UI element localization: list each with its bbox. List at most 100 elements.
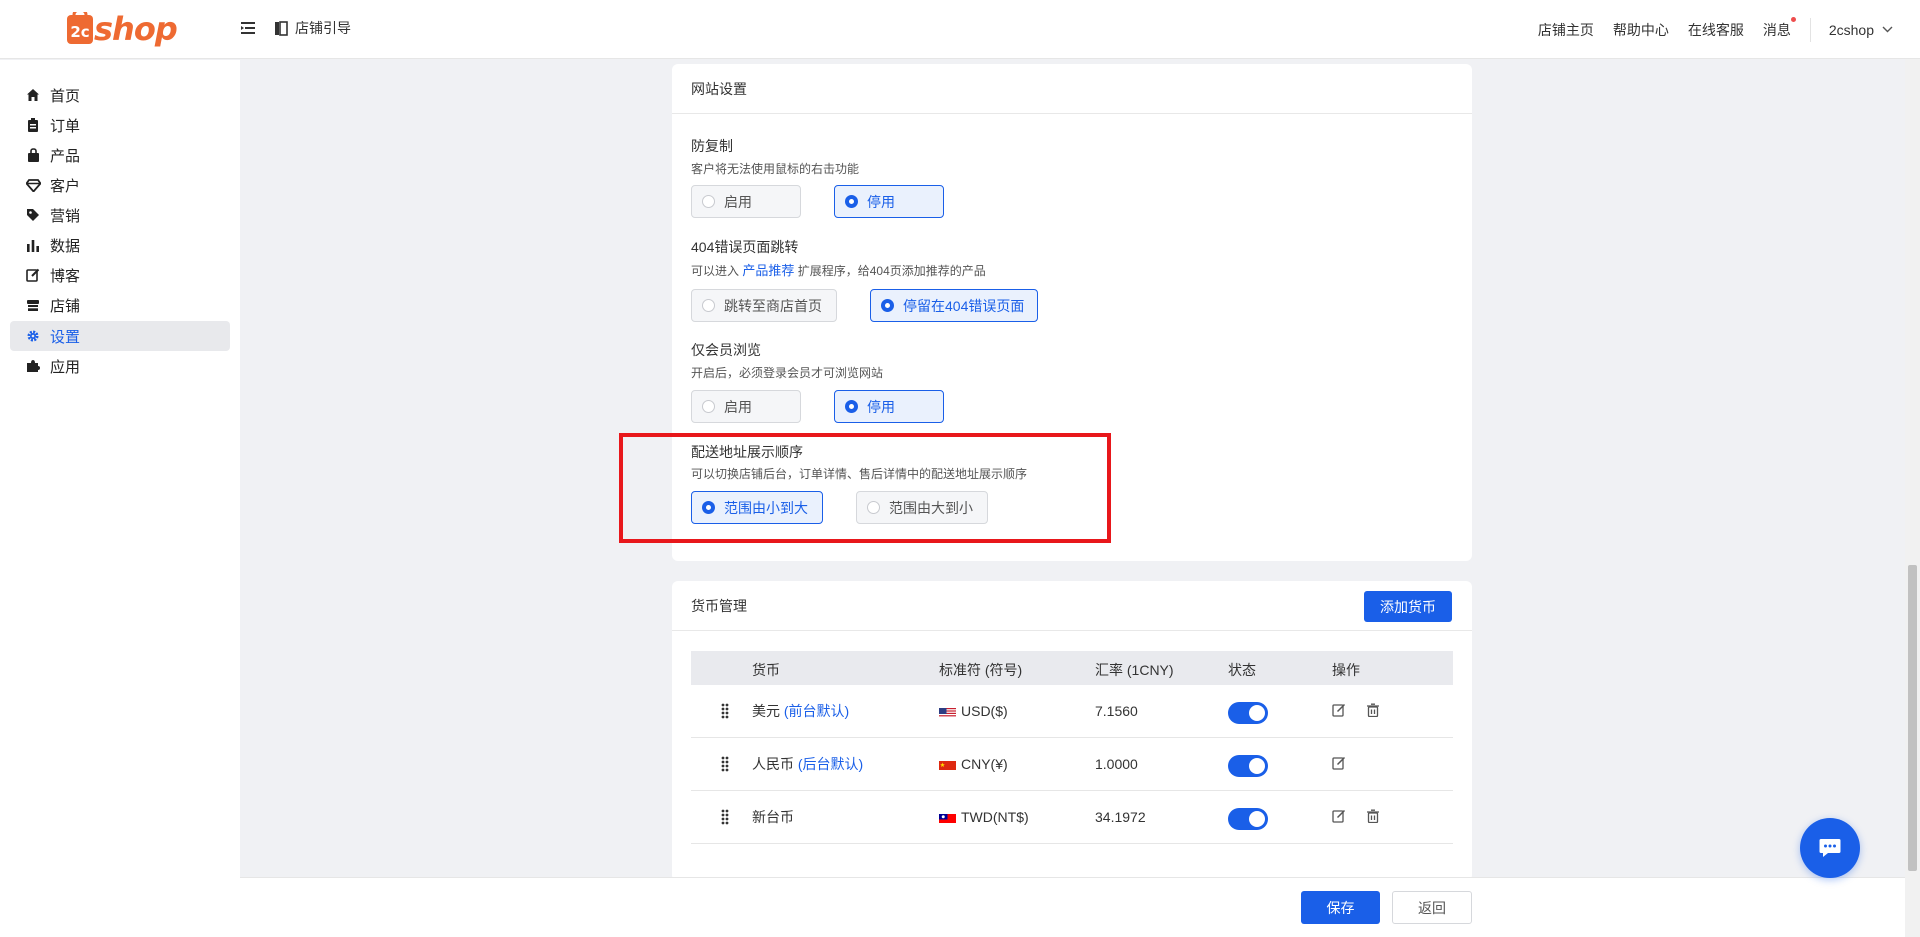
sidebar-item-settings[interactable]: 设置 xyxy=(10,321,230,351)
scrollbar-thumb[interactable] xyxy=(1908,565,1917,871)
rate-cell: 1.0000 xyxy=(1095,756,1138,772)
sidebar-item-label: 首页 xyxy=(50,87,81,105)
logo-text: shop xyxy=(94,10,178,48)
redirect-home-radio[interactable]: 跳转至商店首页 xyxy=(691,289,837,322)
drag-handle-icon[interactable] xyxy=(721,809,729,825)
sidebar-item-label: 店铺 xyxy=(50,297,81,315)
product-recommend-link[interactable]: 产品推荐 xyxy=(742,263,794,278)
table-row: 新台币 TWD(NT$) 34.1972 xyxy=(691,791,1453,844)
sidebar-item-label: 博客 xyxy=(50,267,81,285)
drag-handle-icon[interactable] xyxy=(721,756,729,772)
radio-label: 停留在404错误页面 xyxy=(903,297,1025,314)
chat-button[interactable] xyxy=(1800,818,1860,878)
members-only-enable-radio[interactable]: 启用 xyxy=(691,390,801,423)
edit-icon[interactable] xyxy=(1332,703,1346,717)
rate-cell: 34.1972 xyxy=(1095,809,1146,825)
members-only-desc: 开启后，必须登录会员才可浏览网站 xyxy=(691,366,884,380)
sidebar-item-label: 设置 xyxy=(50,328,81,346)
currency-name-cell: 人民币 (后台默认) xyxy=(752,756,864,772)
sidebar-item-blog[interactable]: 博客 xyxy=(10,260,230,290)
column-header: 标准符 (符号) xyxy=(939,662,1023,678)
store-home-link[interactable]: 店铺主页 xyxy=(1538,20,1594,40)
chevron-down-icon xyxy=(1882,26,1893,33)
radio-label: 停用 xyxy=(867,193,895,210)
sidebar-item-customers[interactable]: 客户 xyxy=(10,170,230,200)
currency-code-cell: TWD(NT$) xyxy=(939,809,1029,825)
cn-flag-icon xyxy=(939,759,956,770)
currency-card: 货币管理 添加货币 货币 标准符 (符号) 汇率 (1CNY) 状态 操作 美元… xyxy=(672,581,1472,881)
radio-dot xyxy=(881,299,894,312)
messages-link[interactable]: 消息 xyxy=(1763,16,1796,40)
members-only-disable-radio[interactable]: 停用 xyxy=(834,390,944,423)
tw-flag-icon xyxy=(939,812,956,823)
tag-icon xyxy=(25,207,41,223)
svg-text:2c: 2c xyxy=(70,23,89,41)
delete-icon[interactable] xyxy=(1366,703,1380,717)
sidebar-item-data[interactable]: 数据 xyxy=(10,230,230,260)
stay-404-radio[interactable]: 停留在404错误页面 xyxy=(870,289,1038,322)
currency-title: 货币管理 xyxy=(672,581,1472,631)
drag-handle-icon[interactable] xyxy=(721,703,729,719)
top-bar: 2c shop 店铺引导 店铺主页 帮助中心 在线客服 消息 2cshop xyxy=(0,0,1920,59)
sidebar-item-store[interactable]: 店铺 xyxy=(10,290,230,320)
anti-copy-enable-radio[interactable]: 启用 xyxy=(691,185,801,218)
status-toggle[interactable] xyxy=(1228,755,1268,777)
logo-mark-icon: 2c xyxy=(67,12,93,44)
footer-action-bar: 保存 返回 xyxy=(240,877,1905,937)
user-menu[interactable]: 2cshop xyxy=(1829,22,1893,38)
sidebar-item-label: 营销 xyxy=(50,207,81,225)
edit-icon[interactable] xyxy=(1332,809,1346,823)
store-guide-link[interactable]: 店铺引导 xyxy=(274,18,351,38)
add-currency-button[interactable]: 添加货币 xyxy=(1364,591,1452,622)
logo[interactable]: 2c shop xyxy=(66,10,178,48)
status-toggle[interactable] xyxy=(1228,702,1268,724)
redirect-404-title: 404错误页面跳转 xyxy=(691,239,799,255)
highlight-annotation-box xyxy=(619,433,1111,543)
anti-copy-disable-radio[interactable]: 停用 xyxy=(834,185,944,218)
radio-dot xyxy=(702,299,715,312)
sidebar-item-label: 应用 xyxy=(50,358,81,376)
sidebar-item-label: 产品 xyxy=(50,147,81,165)
column-header: 操作 xyxy=(1332,662,1360,678)
save-button[interactable]: 保存 xyxy=(1301,891,1380,924)
store-icon xyxy=(25,297,41,313)
sidebar-item-label: 客户 xyxy=(50,177,81,195)
sidebar-item-products[interactable]: 产品 xyxy=(10,140,230,170)
back-button[interactable]: 返回 xyxy=(1392,891,1472,924)
edit-icon[interactable] xyxy=(1332,756,1346,770)
menu-toggle-icon[interactable] xyxy=(240,20,256,36)
anti-copy-desc: 客户将无法使用鼠标的右击功能 xyxy=(691,162,860,176)
online-support-link[interactable]: 在线客服 xyxy=(1688,20,1744,40)
radio-label: 跳转至商店首页 xyxy=(724,297,822,314)
column-header: 汇率 (1CNY) xyxy=(1095,662,1174,678)
radio-label: 启用 xyxy=(724,193,752,210)
currency-name-cell: 新台币 xyxy=(752,809,794,825)
delete-icon[interactable] xyxy=(1366,809,1380,823)
clipboard-icon xyxy=(25,117,41,133)
help-center-link[interactable]: 帮助中心 xyxy=(1613,20,1669,40)
default-tag: (后台默认) xyxy=(797,756,864,772)
sidebar-item-marketing[interactable]: 营销 xyxy=(10,200,230,230)
sidebar-item-home[interactable]: 首页 xyxy=(10,80,230,110)
top-links: 店铺主页 帮助中心 在线客服 消息 2cshop xyxy=(1538,0,1920,59)
sidebar-item-apps[interactable]: 应用 xyxy=(10,351,230,381)
scrollbar[interactable] xyxy=(1905,59,1920,937)
radio-label: 停用 xyxy=(867,398,895,415)
bar-chart-icon xyxy=(25,237,41,253)
sidebar-item-orders[interactable]: 订单 xyxy=(10,110,230,140)
currency-code-cell: USD($) xyxy=(939,703,1008,719)
chat-bubble-icon xyxy=(1819,839,1841,857)
table-row: 人民币 (后台默认) CNY(¥) 1.0000 xyxy=(691,738,1453,791)
edit-icon xyxy=(25,267,41,283)
default-tag: (前台默认) xyxy=(783,703,850,719)
radio-dot xyxy=(845,400,858,413)
radio-dot xyxy=(702,400,715,413)
currency-table-header: 货币 标准符 (符号) 汇率 (1CNY) 状态 操作 xyxy=(691,651,1453,685)
currency-name-cell: 美元 (前台默认) xyxy=(752,703,850,719)
radio-label: 启用 xyxy=(724,398,752,415)
radio-dot xyxy=(702,195,715,208)
radio-dot xyxy=(845,195,858,208)
us-flag-icon xyxy=(939,706,956,717)
status-toggle[interactable] xyxy=(1228,808,1268,830)
column-header: 货币 xyxy=(752,662,780,678)
